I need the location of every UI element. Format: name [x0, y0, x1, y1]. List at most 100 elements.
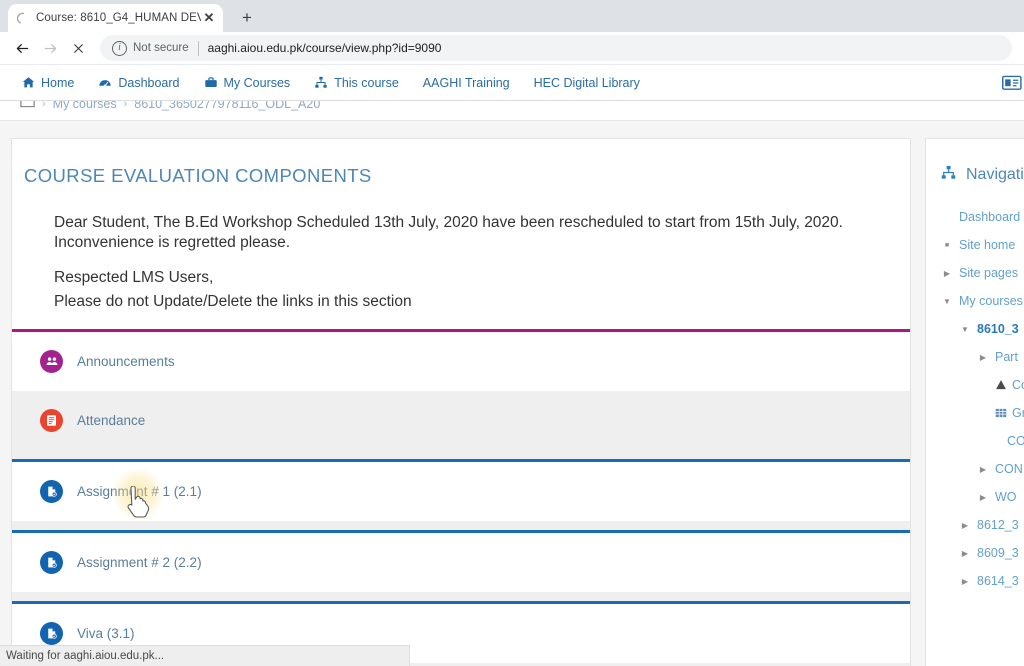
tree-item-label: Site pages — [959, 266, 1019, 280]
breadcrumb-item-my-courses[interactable]: My courses — [53, 101, 117, 111]
activity-label-viva[interactable]: Viva (3.1) — [77, 626, 135, 641]
activity-row-assignment-1[interactable]: Assignment # 1 (2.1) — [12, 458, 910, 521]
chevron-right-icon[interactable] — [976, 353, 990, 362]
status-bar-text: Waiting for aaghi.aiou.edu.pk... — [6, 650, 165, 662]
chevron-down-icon[interactable] — [958, 325, 972, 334]
id-card-icon[interactable] — [1002, 75, 1022, 90]
security-status-label: Not secure — [133, 42, 189, 54]
badge-icon — [995, 379, 1007, 391]
activity-row-attendance[interactable]: Attendance — [12, 390, 910, 450]
chevron-right-icon[interactable] — [976, 493, 990, 502]
nav-item-home[interactable]: Home — [10, 65, 86, 100]
nav-item-dashboard[interactable]: Dashboard — [86, 65, 191, 100]
breadcrumb-separator-2: › — [123, 101, 128, 110]
nav-item-my-courses[interactable]: My Courses — [192, 65, 303, 100]
sitemap-icon — [314, 76, 328, 89]
assignment-icon — [40, 550, 63, 574]
activity-label-announcements[interactable]: Announcements — [77, 354, 175, 369]
tree-item-label: 8612_3 — [977, 518, 1019, 532]
browser-toolbar: i Not secure aaghi.aiou.edu.pk/course/vi… — [0, 32, 1024, 65]
page-title: COURSE EVALUATION COMPONENTS — [24, 165, 372, 186]
summary-paragraph-1: Dear Student, The B.Ed Workshop Schedule… — [54, 214, 843, 252]
breadcrumb-item-course[interactable]: 8610_3650277978116_ODL_A20 — [134, 101, 320, 111]
new-tab-button[interactable]: + — [233, 4, 261, 32]
navigation-block: Navigation Dashboard Site home Site page… — [925, 138, 1024, 666]
tree-item-dashboard[interactable]: Dashboard — [936, 203, 1024, 231]
address-bar[interactable]: i Not secure aaghi.aiou.edu.pk/course/vi… — [100, 35, 1012, 61]
course-content-card: COURSE EVALUATION COMPONENTS Dear Studen… — [11, 138, 911, 666]
back-icon[interactable] — [8, 34, 36, 62]
summary-paragraph-2: Respected LMS Users, — [54, 268, 214, 286]
tree-item-grades[interactable]: Gra — [936, 399, 1024, 427]
tree-item-competencies[interactable]: Com — [936, 371, 1024, 399]
browser-tab-strip: Course: 8610_G4_HUMAN DEVEL ✕ + — [0, 0, 1024, 32]
loading-spinner-icon — [16, 11, 30, 25]
nav-item-this-course-label: This course — [334, 75, 399, 90]
tree-item-label: COU — [1007, 434, 1024, 448]
activity-label-assignment-1[interactable]: Assignment # 1 (2.1) — [77, 484, 202, 499]
browser-tab[interactable]: Course: 8610_G4_HUMAN DEVEL ✕ — [8, 4, 223, 32]
stop-loading-icon[interactable] — [64, 34, 92, 62]
page-body: › My courses › 8610_3650277978116_ODL_A2… — [0, 101, 1024, 666]
chevron-right-icon[interactable] — [976, 465, 990, 474]
tree-item-label: Gra — [1012, 406, 1024, 420]
browser-status-bar: Waiting for aaghi.aiou.edu.pk... — [0, 645, 410, 666]
tree-item-label: Part — [995, 350, 1018, 364]
tree-item-label: 8609_3 — [977, 546, 1019, 560]
briefcase-icon — [204, 76, 218, 89]
activity-label-assignment-2[interactable]: Assignment # 2 (2.2) — [77, 555, 202, 570]
chevron-right-icon[interactable] — [958, 549, 972, 558]
activity-row-assignment-2[interactable]: Assignment # 2 (2.2) — [12, 529, 910, 592]
tree-item-label: Site home — [959, 238, 1016, 252]
section-gap-1 — [12, 449, 910, 459]
chevron-right-icon[interactable] — [940, 269, 954, 278]
nav-item-hec-digital-library[interactable]: HEC Digital Library — [522, 65, 652, 100]
nav-item-my-courses-label: My Courses — [223, 75, 291, 90]
chevron-right-icon[interactable] — [958, 577, 972, 586]
navigation-block-title: Navigation — [966, 166, 1024, 183]
browser-tab-title: Course: 8610_G4_HUMAN DEVEL — [36, 12, 201, 24]
tree-item-label: My courses — [959, 294, 1023, 308]
tree-item-label: CON — [995, 462, 1023, 476]
url-text: aaghi.aiou.edu.pk/course/view.php?id=909… — [207, 41, 442, 55]
assignment-icon — [40, 621, 63, 645]
sitemap-icon — [940, 165, 957, 185]
chevron-down-icon[interactable] — [940, 297, 954, 306]
tree-item-course-intro[interactable]: COU — [936, 427, 1024, 455]
forward-icon[interactable] — [36, 34, 64, 62]
nav-item-aaghi-training-label: AAGHI Training — [422, 75, 510, 90]
nav-item-hec-digital-library-label: HEC Digital Library — [533, 75, 640, 90]
tree-item-label: Com — [1012, 378, 1024, 392]
close-icon[interactable]: ✕ — [201, 10, 217, 26]
tree-item-course-8612[interactable]: 8612_3 — [936, 511, 1024, 539]
tree-item-my-courses[interactable]: My courses — [936, 287, 1024, 315]
section-gap-2 — [12, 520, 910, 530]
nav-item-dashboard-label: Dashboard — [118, 75, 180, 90]
tree-item-label: 8614_3 — [977, 574, 1019, 588]
info-icon[interactable]: i — [112, 40, 127, 56]
tree-item-participants[interactable]: Part — [936, 343, 1024, 371]
activity-label-attendance[interactable]: Attendance — [77, 413, 145, 428]
navigation-tree: Dashboard Site home Site pages My course… — [926, 203, 1024, 595]
tree-item-label: Dashboard — [959, 210, 1021, 224]
tree-item-course-8614[interactable]: 8614_3 — [936, 567, 1024, 595]
nav-item-aaghi-training[interactable]: AAGHI Training — [411, 65, 522, 100]
dashboard-icon — [98, 76, 112, 89]
section-summary: Dear Student, The B.Ed Workshop Schedule… — [12, 187, 910, 329]
tree-item-label: WO — [995, 490, 1017, 504]
activity-row-announcements[interactable]: Announcements — [12, 328, 910, 391]
home-icon — [22, 76, 35, 89]
tree-item-course-8609[interactable]: 8609_3 — [936, 539, 1024, 567]
tree-item-site-home[interactable]: Site home — [936, 231, 1024, 259]
summary-paragraph-3: Please do not Update/Delete the links in… — [54, 293, 412, 311]
chevron-right-icon[interactable] — [958, 521, 972, 530]
folder-icon[interactable] — [20, 101, 35, 111]
navigation-block-heading: Navigation — [926, 157, 1024, 203]
tree-item-course-8610[interactable]: 8610_3 — [936, 315, 1024, 343]
assignment-icon — [40, 479, 63, 503]
content-wrap: COURSE EVALUATION COMPONENTS Dear Studen… — [0, 121, 1024, 666]
nav-item-this-course[interactable]: This course — [302, 65, 411, 100]
tree-item-workshop[interactable]: WO — [936, 483, 1024, 511]
tree-item-content[interactable]: CON — [936, 455, 1024, 483]
tree-item-site-pages[interactable]: Site pages — [936, 259, 1024, 287]
